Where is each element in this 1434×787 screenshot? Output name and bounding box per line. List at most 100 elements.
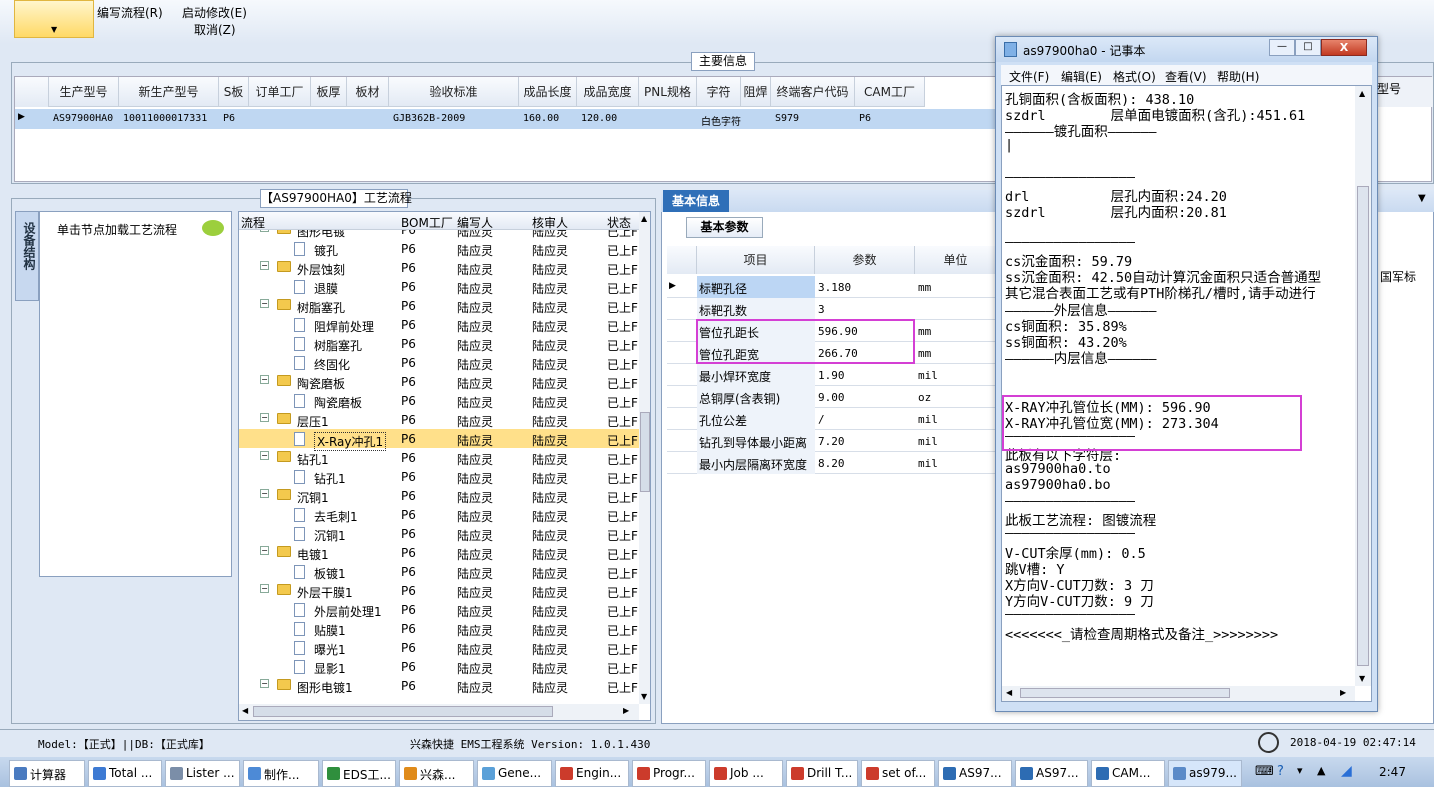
tab-process-flow[interactable]: 【AS97900HA0】工艺流程 [260,189,412,208]
param-value[interactable]: 1.90 [818,369,845,382]
close-icon[interactable]: X [1321,39,1367,56]
collapse-icon[interactable]: − [260,413,269,422]
param-value[interactable]: 9.00 [818,391,845,404]
column-header[interactable]: 成品宽度 [577,77,639,107]
hscroll-thumb[interactable] [1020,688,1230,698]
chevron-up-icon[interactable]: ▲ [1317,764,1325,777]
column-header-label[interactable]: 编写人 [457,214,493,231]
taskbar-item[interactable]: EDS工... [322,760,396,787]
taskbar-item[interactable]: 计算器 [9,760,85,787]
collapse-icon[interactable]: − [260,489,269,498]
cancel-button[interactable]: 取消(Z) [194,21,236,38]
table-row[interactable]: 标靶孔数 3 [667,298,997,320]
taskbar-item[interactable]: Lister ... [165,760,240,787]
table-row[interactable]: 总铜厚(含表铜) 9.00 oz [667,386,997,408]
table-row[interactable]: ▶ 标靶孔径 3.180 mm [667,276,997,298]
taskbar-item[interactable]: as979... [1168,760,1242,787]
taskbar-item[interactable]: CAM... [1091,760,1165,787]
column-header[interactable]: 单位 [915,246,997,274]
table-row[interactable]: ▶ AS97900HA0 10011000017331 P6 GJB362B-2009… [15,109,997,129]
notepad-hscroll[interactable]: ◀ ▶ [1002,686,1355,701]
taskbar-item[interactable]: Gene... [477,760,552,787]
help-icon[interactable]: ? [1277,764,1284,779]
column-header[interactable]: 项目 [697,246,815,274]
param-value[interactable]: 8.20 [818,457,845,470]
menu-item[interactable]: 文件(F) [1009,68,1049,85]
notepad-text-area[interactable]: 孔铜面积(含板面积): 438.10 szdrl 层单面电镀面积(含孔):451.… [1001,85,1372,702]
tree-row[interactable]: 曝光1 P6 陆应灵 陆应灵 已上F [239,638,639,657]
notepad-titlebar[interactable]: as97900ha0 - 记事本 — □ X [996,37,1377,62]
collapse-icon[interactable]: − [260,375,269,384]
tree-row[interactable]: −图形电镀P6陆应灵陆应灵已上F [239,230,639,239]
column-header[interactable]: 新生产型号 [119,77,219,107]
table-row[interactable]: 钻孔到导体最小距离 7.20 mil [667,430,997,452]
menu-item[interactable]: 编辑(E) [1061,68,1102,85]
tab-basic-info[interactable]: 基本信息 [663,190,729,212]
collapse-icon[interactable]: − [260,261,269,270]
column-header-label[interactable]: 流程 [241,214,265,231]
collapse-icon[interactable]: − [260,230,269,232]
tree-row[interactable]: − 层压1 P6 陆应灵 陆应灵 已上F [239,410,639,429]
taskbar-item[interactable]: AS97... [938,760,1012,787]
scroll-down-icon[interactable]: ▼ [641,692,647,701]
table-row[interactable]: 最小内层隔离环宽度 8.20 mil [667,452,997,474]
tree-row[interactable]: 阻焊前处理 P6 陆应灵 陆应灵 已上F [239,315,639,334]
tree-row[interactable]: − 外层蚀刻 P6 陆应灵 陆应灵 已上F [239,258,639,277]
collapse-icon[interactable]: − [260,451,269,460]
column-header[interactable]: 成品长度 [519,77,577,107]
column-header[interactable]: PNL规格 [639,77,697,107]
menu-item[interactable]: 帮助(H) [1217,68,1259,85]
collapse-icon[interactable]: − [260,584,269,593]
tree-row[interactable]: 贴膜1 P6 陆应灵 陆应灵 已上F [239,619,639,638]
tree-row[interactable]: 去毛刺1 P6 陆应灵 陆应灵 已上F [239,505,639,524]
scroll-left-icon[interactable]: ◀ [242,706,248,715]
scroll-right-icon[interactable]: ▶ [623,706,629,715]
tree-horizontal-scrollbar[interactable]: ◀ ▶ [239,704,639,720]
column-header[interactable]: 终端客户代码 [771,77,855,107]
scroll-up-icon[interactable]: ▲ [1359,89,1365,98]
param-value[interactable]: / [818,413,825,426]
tree-row[interactable]: 树脂塞孔 P6 陆应灵 陆应灵 已上F [239,334,639,353]
scroll-up-icon[interactable]: ▲ [641,214,647,223]
notepad-window[interactable]: as97900ha0 - 记事本 — □ X 文件(F) 编辑(E) 格式(O) 查看… [995,36,1378,712]
collapse-icon[interactable]: − [260,299,269,308]
notepad-vscroll[interactable]: ▲ ▼ [1355,86,1371,686]
taskbar-item[interactable]: 兴森... [399,760,474,787]
tree-row[interactable]: 退膜 P6 陆应灵 陆应灵 已上F [239,277,639,296]
tree-row[interactable]: − 树脂塞孔 P6 陆应灵 陆应灵 已上F [239,296,639,315]
tree-row[interactable]: 显影1 P6 陆应灵 陆应灵 已上F [239,657,639,676]
column-header-label[interactable]: 核审人 [532,214,568,231]
taskbar-item[interactable]: Engin... [555,760,629,787]
table-row[interactable]: 孔位公差 / mil [667,408,997,430]
tree-vertical-scrollbar[interactable]: ▲ ▼ [639,212,650,704]
tab-basic-params[interactable]: 基本参数 [686,217,763,238]
param-value[interactable]: 3 [818,303,825,316]
column-header[interactable]: 订单工厂 [249,77,311,107]
chevron-down-icon[interactable]: ▼ [1418,193,1426,204]
tree-row[interactable]: − 沉铜1 P6 陆应灵 陆应灵 已上F [239,486,639,505]
column-header[interactable]: S板 [219,77,249,107]
taskbar-item[interactable]: set of... [861,760,935,787]
column-header[interactable]: 验收标准 [389,77,519,107]
maximize-icon[interactable]: □ [1295,39,1321,56]
query-button[interactable]: ▼ [14,0,94,38]
tree-row[interactable]: − 钻孔1 P6 陆应灵 陆应灵 已上F [239,448,639,467]
taskbar-item[interactable]: Drill T... [786,760,858,787]
keyboard-icon[interactable]: ⌨ [1255,764,1274,779]
tab-device-structure[interactable]: 设备结构 [15,211,39,301]
column-header-label[interactable]: BOM工厂 [401,214,453,231]
tree-row[interactable]: − 陶瓷磨板 P6 陆应灵 陆应灵 已上F [239,372,639,391]
column-header[interactable]: 板厚 [311,77,347,107]
menu-item[interactable]: 格式(O) [1113,68,1156,85]
network-icon[interactable]: ◢ [1341,763,1352,779]
taskbar-item[interactable]: Progr... [632,760,706,787]
param-value[interactable]: 3.180 [818,281,851,294]
tree-row[interactable]: 沉铜1 P6 陆应灵 陆应灵 已上F [239,524,639,543]
start-modify-button[interactable]: 启动修改(E) [182,4,247,21]
scroll-left-icon[interactable]: ◀ [1006,688,1012,697]
tab-main-info[interactable]: 主要信息 [691,52,755,71]
scroll-thumb[interactable] [640,412,650,492]
column-header[interactable]: CAM工厂 [855,77,925,107]
param-value[interactable]: 7.20 [818,435,845,448]
tree-row[interactable]: − 图形电镀1 P6 陆应灵 陆应灵 已上F [239,676,639,695]
